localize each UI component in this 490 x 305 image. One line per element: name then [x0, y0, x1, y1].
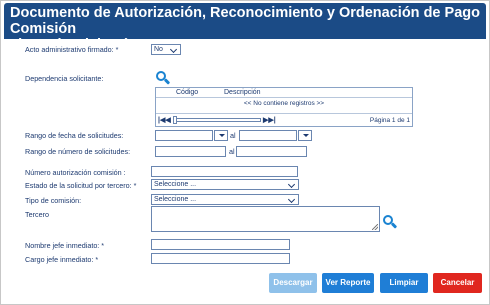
grid-col-descripcion: Descripción — [224, 89, 261, 96]
numero-hasta-input[interactable] — [236, 146, 307, 157]
fecha-hasta-calendar-button[interactable] — [298, 130, 312, 141]
descargar-button[interactable]: Descargar — [269, 273, 317, 293]
grid-header: Código Descripción — [156, 88, 412, 98]
ver-reporte-button[interactable]: Ver Reporte — [322, 273, 374, 293]
dependencia-label: Dependencia solicitante: — [25, 74, 104, 83]
page-title-line1: Documento de Autorización, Reconocimient… — [10, 5, 480, 37]
fecha-hasta-input[interactable] — [239, 130, 297, 141]
chevron-down-icon — [288, 196, 296, 203]
rango-fecha-sep: al — [230, 131, 236, 140]
chevron-down-icon — [170, 46, 178, 53]
rango-numero-label: Rango de número de solicitudes: — [25, 147, 131, 156]
numero-desde-input[interactable] — [155, 146, 226, 157]
search-icon[interactable] — [156, 71, 171, 85]
cargo-jefe-input[interactable] — [151, 253, 290, 264]
search-icon[interactable] — [383, 215, 398, 229]
tercero-label: Tercero — [25, 210, 49, 219]
numero-autorizacion-label: Número autorización comisión : — [25, 168, 126, 177]
form-window: Documento de Autorización, Reconocimient… — [0, 0, 490, 305]
limpiar-button[interactable]: Limpiar — [380, 273, 428, 293]
fecha-desde-input[interactable] — [155, 130, 213, 141]
tipo-comision-value: Seleccione ... — [154, 196, 197, 203]
cargo-jefe-label: Cargo jefe inmediato: * — [25, 255, 99, 264]
estado-select[interactable]: Seleccione ... — [151, 179, 299, 190]
grid-empty-text: << No contiene registros >> — [243, 100, 325, 107]
estado-value: Seleccione ... — [154, 181, 197, 188]
grid-page-text: Página 1 de 1 — [369, 117, 410, 124]
tercero-textarea[interactable] — [151, 206, 380, 232]
first-page-icon[interactable]: |◀◀ — [158, 117, 171, 124]
acto-administrativo-label: Acto administrativo firmado: * — [25, 45, 119, 54]
cancelar-button[interactable]: Cancelar — [433, 273, 482, 293]
fecha-desde-calendar-button[interactable] — [214, 130, 228, 141]
page-title: Documento de Autorización, Reconocimient… — [4, 3, 486, 53]
rango-fecha-label: Rango de fecha de solicitudes: — [25, 131, 124, 140]
tipo-comision-label: Tipo de comisión: — [25, 196, 82, 205]
pager-scrollbar[interactable] — [175, 118, 261, 122]
resize-grip-icon[interactable] — [372, 224, 378, 230]
estado-label: Estado de la solicitud por tercero: * — [25, 181, 137, 190]
last-page-icon[interactable]: ▶▶| — [263, 117, 276, 124]
chevron-down-icon — [288, 181, 296, 188]
grid-col-codigo: Código — [176, 89, 199, 96]
tipo-comision-select[interactable]: Seleccione ... — [151, 194, 299, 205]
rango-numero-sep: al — [229, 147, 235, 156]
acto-administrativo-select[interactable]: No — [151, 44, 181, 55]
numero-autorizacion-input[interactable] — [151, 166, 298, 177]
acto-administrativo-value: No — [154, 46, 163, 53]
nombre-jefe-label: Nombre jefe inmediato: * — [25, 241, 105, 250]
dependencia-grid: Código Descripción << No contiene regist… — [155, 87, 413, 127]
pager-scroll-thumb[interactable] — [173, 116, 177, 124]
grid-pager: |◀◀ ▶▶| Página 1 de 1 — [156, 113, 412, 126]
nombre-jefe-input[interactable] — [151, 239, 290, 250]
